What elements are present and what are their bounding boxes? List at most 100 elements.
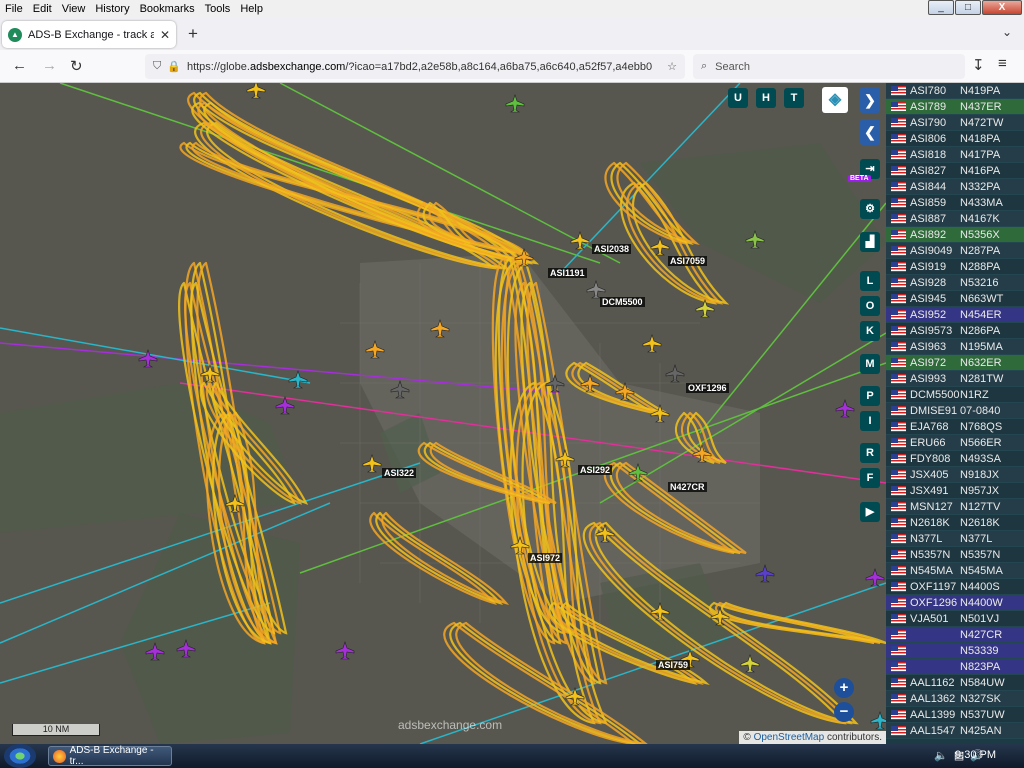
start-button[interactable] xyxy=(4,744,36,768)
aircraft-row[interactable]: JSX491 N957JX xyxy=(886,483,1024,499)
menu-tools[interactable]: Tools xyxy=(200,3,236,15)
zoom-in-button[interactable]: + xyxy=(834,678,854,698)
replay-button[interactable]: R xyxy=(860,443,880,463)
menu-edit[interactable]: Edit xyxy=(28,3,57,15)
map-flight-label[interactable]: ASI292 xyxy=(578,465,613,475)
aircraft-row[interactable]: ASI972 N632ER xyxy=(886,355,1024,371)
maximize-button[interactable]: □ xyxy=(955,0,981,15)
aircraft-row[interactable]: JSX405 N918JX xyxy=(886,467,1024,483)
map-flight-label[interactable]: ASI2038 xyxy=(592,244,632,254)
aircraft-row[interactable]: MSN127 N127TV xyxy=(886,499,1024,515)
aircraft-row[interactable]: ASI9573 N286PA xyxy=(886,323,1024,339)
aircraft-row[interactable]: N53339 xyxy=(886,643,1024,659)
clock[interactable]: 9:30 PM xyxy=(955,749,996,761)
new-tab-button[interactable]: + xyxy=(188,24,198,44)
aircraft-row[interactable]: ASI892 N5356X xyxy=(886,227,1024,243)
settings-gear-icon[interactable]: ⚙ xyxy=(860,199,880,219)
multiselect-button[interactable]: M xyxy=(860,354,880,374)
aircraft-row[interactable]: DMISE91 07-0840 xyxy=(886,403,1024,419)
map-flight-label[interactable]: OXF1296 xyxy=(686,383,729,393)
menu-file[interactable]: File xyxy=(0,3,28,15)
aircraft-row[interactable]: ASI9049 N287PA xyxy=(886,243,1024,259)
menu-history[interactable]: History xyxy=(90,3,134,15)
minimize-button[interactable]: _ xyxy=(928,0,954,15)
play-icon[interactable]: ▶ xyxy=(860,502,880,522)
info-button[interactable]: I xyxy=(860,411,880,431)
map-flight-label[interactable]: ASI972 xyxy=(528,553,563,563)
aircraft-row[interactable]: AAL1362 N327SK xyxy=(886,691,1024,707)
aircraft-row[interactable]: ASI887 N4167K xyxy=(886,211,1024,227)
aircraft-row[interactable]: ASI844 N332PA xyxy=(886,179,1024,195)
reload-button[interactable]: ↻ xyxy=(70,57,83,75)
tracking-protection-icon[interactable]: ⛉ xyxy=(153,60,161,73)
aircraft-row[interactable]: DCM5500 N1RZ xyxy=(886,387,1024,403)
aircraft-row[interactable]: ASI790 N472TW xyxy=(886,115,1024,131)
aircraft-row[interactable]: AAL1399 N537UW xyxy=(886,707,1024,723)
menu-help[interactable]: Help xyxy=(235,3,268,15)
aircraft-row[interactable]: ASI952 N454ER xyxy=(886,307,1024,323)
aircraft-row[interactable]: FDY808 N493SA xyxy=(886,451,1024,467)
map-flight-label[interactable]: N427CR xyxy=(668,482,707,492)
menu-view[interactable]: View xyxy=(57,3,91,15)
aircraft-row[interactable]: OXF1296 N4400W xyxy=(886,595,1024,611)
hide-button[interactable]: H xyxy=(756,88,776,108)
search-input[interactable]: ⌕ Search xyxy=(693,54,965,79)
aircraft-row[interactable]: ASI806 N418PA xyxy=(886,131,1024,147)
tab-close-icon[interactable]: ✕ xyxy=(160,28,170,42)
units-toggle-button[interactable]: U xyxy=(728,88,748,108)
aircraft-row[interactable]: ERU66 N566ER xyxy=(886,435,1024,451)
aircraft-row[interactable]: N427CR xyxy=(886,627,1024,643)
flight-map[interactable]: ASI1191 ASI2038 ASI7059 DCM5500 OXF1296 … xyxy=(0,83,886,744)
kml-button[interactable]: K xyxy=(860,321,880,341)
close-window-button[interactable]: X xyxy=(982,0,1022,15)
map-flight-label[interactable]: ASI759 xyxy=(656,660,691,670)
labels-button[interactable]: L xyxy=(860,271,880,291)
layers-icon[interactable]: ◈ xyxy=(822,87,848,113)
trace-button[interactable]: T xyxy=(784,88,804,108)
aircraft-row[interactable]: ASI827 N416PA xyxy=(886,163,1024,179)
map-flight-label[interactable]: ASI7059 xyxy=(668,256,708,266)
menu-bookmarks[interactable]: Bookmarks xyxy=(135,3,200,15)
aircraft-list[interactable]: ASI780 N419PA ASI789 N437ER ASI790 N472TW ASI8… xyxy=(886,83,1024,744)
extensions-icon[interactable]: ↧ xyxy=(972,56,985,74)
prev-panel-button[interactable]: ❮ xyxy=(860,119,880,145)
filter-button[interactable]: F xyxy=(860,468,880,488)
map-flight-label[interactable]: DCM5500 xyxy=(600,297,645,307)
bookmark-star-icon[interactable]: ☆ xyxy=(667,60,677,73)
taskbar-firefox-button[interactable]: ADS-B Exchange - tr... xyxy=(48,745,172,767)
aircraft-row[interactable]: ASI993 N281TW xyxy=(886,371,1024,387)
map-canvas[interactable] xyxy=(0,83,886,744)
aircraft-row[interactable]: N823PA xyxy=(886,659,1024,675)
zoom-out-button[interactable]: − xyxy=(834,702,854,722)
aircraft-row[interactable]: ASI928 N53216 xyxy=(886,275,1024,291)
map-flight-label[interactable]: ASI322 xyxy=(382,468,417,478)
tab-adsb-exchange[interactable]: ▲ ADS-B Exchange - track aircraft ✕ xyxy=(2,21,176,48)
aircraft-row[interactable]: OXF1197 N4400S xyxy=(886,579,1024,595)
next-panel-button[interactable]: ❯ xyxy=(860,87,880,113)
altitude-toggle-button[interactable]: O xyxy=(860,296,880,316)
map-flight-label[interactable]: ASI1191 xyxy=(548,268,587,278)
aircraft-row[interactable]: ASI919 N288PA xyxy=(886,259,1024,275)
aircraft-row[interactable]: ASI818 N417PA xyxy=(886,147,1024,163)
lock-icon[interactable]: 🔒 xyxy=(167,60,181,73)
aircraft-row[interactable]: ASI859 N433MA xyxy=(886,195,1024,211)
aircraft-row[interactable]: ASI945 N663WT xyxy=(886,291,1024,307)
list-all-tabs-button[interactable]: ⌄ xyxy=(1002,25,1012,39)
aircraft-row[interactable]: AAL1162 N584UW xyxy=(886,675,1024,691)
stats-icon[interactable]: ▟ xyxy=(860,232,880,252)
aircraft-row[interactable]: ASI963 N195MA xyxy=(886,339,1024,355)
back-button[interactable]: ← xyxy=(12,57,27,74)
aircraft-row[interactable]: AAL1547 N425AN xyxy=(886,723,1024,739)
aircraft-row[interactable]: EJA768 N768QS xyxy=(886,419,1024,435)
persistence-button[interactable]: P xyxy=(860,386,880,406)
app-menu-icon[interactable]: ≡ xyxy=(998,55,1007,72)
address-bar[interactable]: ⛉ 🔒 https://globe.adsbexchange.com/?icao… xyxy=(145,54,685,79)
aircraft-row[interactable]: N545MA N545MA xyxy=(886,563,1024,579)
aircraft-row[interactable]: N2618K N2618K xyxy=(886,515,1024,531)
aircraft-row[interactable]: N5357N N5357N xyxy=(886,547,1024,563)
forward-button[interactable]: → xyxy=(42,57,57,74)
speaker-icon[interactable]: 🔈 xyxy=(934,749,948,762)
osm-link[interactable]: OpenStreetMap xyxy=(754,732,825,743)
aircraft-row[interactable]: N377L N377L xyxy=(886,531,1024,547)
aircraft-row[interactable]: ASI789 N437ER xyxy=(886,99,1024,115)
